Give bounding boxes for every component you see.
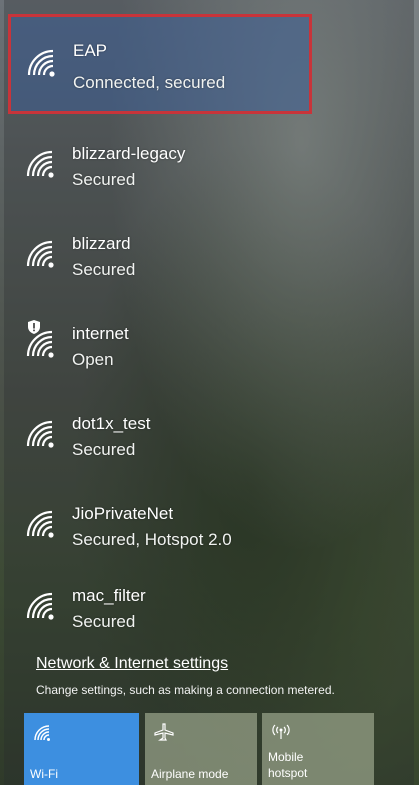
hotspot-icon xyxy=(272,724,290,739)
network-status: Secured xyxy=(72,260,136,279)
network-item-dot1x-test[interactable]: dot1x_test Secured xyxy=(10,394,310,480)
wifi-signal-icon xyxy=(26,240,54,268)
airplane-tile-label: Airplane mode xyxy=(151,767,229,781)
airplane-mode-button[interactable]: Airplane mode xyxy=(145,713,257,785)
hotspot-label-line1: Mobile xyxy=(268,750,304,764)
network-name: JioPrivateNet xyxy=(72,504,174,523)
network-name: mac_filter xyxy=(72,586,146,605)
wifi-flyout: EAP Connected, secured blizzard-legacy S… xyxy=(4,0,414,785)
wifi-signal-icon xyxy=(26,510,54,538)
network-status: Secured xyxy=(72,612,136,631)
network-status: Secured xyxy=(72,170,136,189)
network-name: blizzard-legacy xyxy=(72,144,186,163)
wifi-toggle-button[interactable]: Wi-Fi xyxy=(24,713,139,785)
hotspot-label-line2: hotspot xyxy=(268,766,308,780)
network-item-blizzard-legacy[interactable]: blizzard-legacy Secured xyxy=(10,124,310,210)
network-status: Open xyxy=(72,350,114,369)
network-status: Secured xyxy=(72,440,136,459)
network-name: dot1x_test xyxy=(72,414,151,433)
network-name: EAP xyxy=(73,41,108,60)
hotspot-tile-label: Mobile hotspot xyxy=(268,749,307,781)
network-status: Connected, secured xyxy=(73,73,226,92)
network-item-blizzard[interactable]: blizzard Secured xyxy=(10,214,310,300)
wifi-signal-icon xyxy=(26,592,54,620)
mobile-hotspot-button[interactable]: Mobile hotspot xyxy=(262,713,374,785)
wifi-tile-label: Wi-Fi xyxy=(30,767,58,781)
wifi-signal-icon xyxy=(27,49,55,77)
network-item-mac-filter[interactable]: mac_filter Secured xyxy=(10,566,310,652)
network-item-internet[interactable]: internet Open xyxy=(10,304,310,390)
network-settings-link[interactable]: Network & Internet settings xyxy=(36,655,228,673)
wifi-icon xyxy=(34,725,50,741)
airplane-icon xyxy=(154,723,174,741)
network-name: blizzard xyxy=(72,234,131,253)
wifi-signal-icon xyxy=(26,150,54,178)
shield-warning-icon xyxy=(28,320,40,334)
wifi-signal-icon xyxy=(26,420,54,448)
network-status: Secured, Hotspot 2.0 xyxy=(72,530,232,549)
network-item-jioprivatenet[interactable]: JioPrivateNet Secured, Hotspot 2.0 xyxy=(10,484,310,570)
network-settings-description: Change settings, such as making a connec… xyxy=(36,683,335,697)
network-item-eap[interactable]: EAP Connected, secured xyxy=(8,14,312,114)
network-name: internet xyxy=(72,324,129,343)
